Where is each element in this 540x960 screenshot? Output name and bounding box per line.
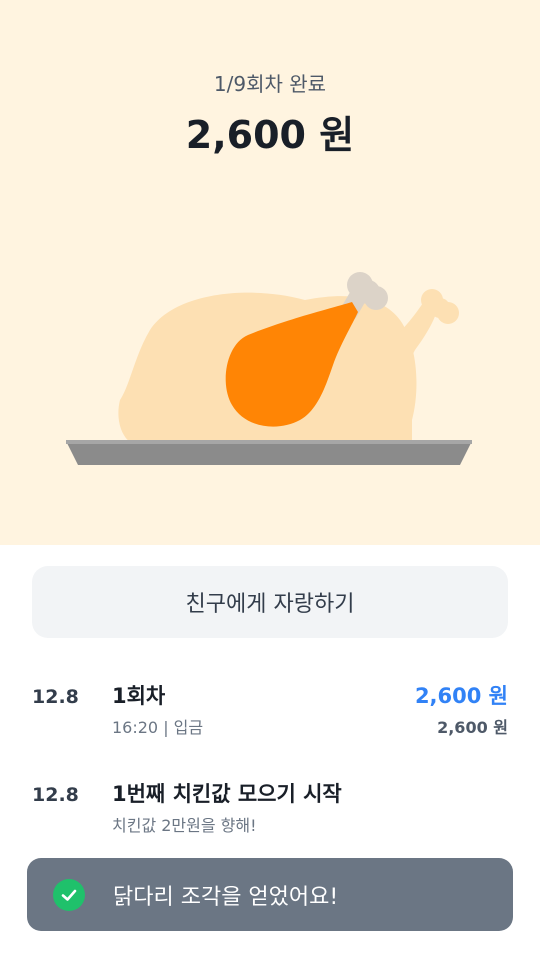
history-subtitle: 16:20 | 입금 [112, 718, 204, 737]
hero-section: 1/9회차 완료 2,600 원 [0, 0, 540, 545]
history-subtitle: 치킨값 2만원을 향해! [112, 816, 257, 835]
history-date: 12.8 [32, 784, 79, 806]
history-title: 1회차 [112, 684, 166, 708]
history-balance: 2,600 원 [437, 718, 508, 737]
progress-text: 1/9회차 완료 [213, 72, 327, 96]
history-date: 12.8 [32, 686, 79, 708]
check-circle-icon [53, 878, 85, 911]
history-row-start[interactable]: 12.8 1번째 치킨값 모으기 시작 치킨값 2만원을 향해! [0, 778, 540, 848]
share-with-friends-button[interactable]: 친구에게 자랑하기 [32, 566, 508, 638]
history-amount: 2,600 원 [414, 684, 508, 708]
toast-message: 닭다리 조각을 얻었어요! [113, 884, 339, 910]
roast-chicken-with-drumstick-icon [66, 272, 472, 465]
history-title: 1번째 치킨값 모으기 시작 [112, 782, 342, 806]
saved-amount: 2,600 원 [185, 113, 355, 157]
toast-notification: 닭다리 조각을 얻었어요! [27, 858, 513, 931]
history-row-installment[interactable]: 12.8 1회차 16:20 | 입금 2,600 원 2,600 원 [0, 680, 540, 750]
serving-tray [66, 441, 472, 465]
